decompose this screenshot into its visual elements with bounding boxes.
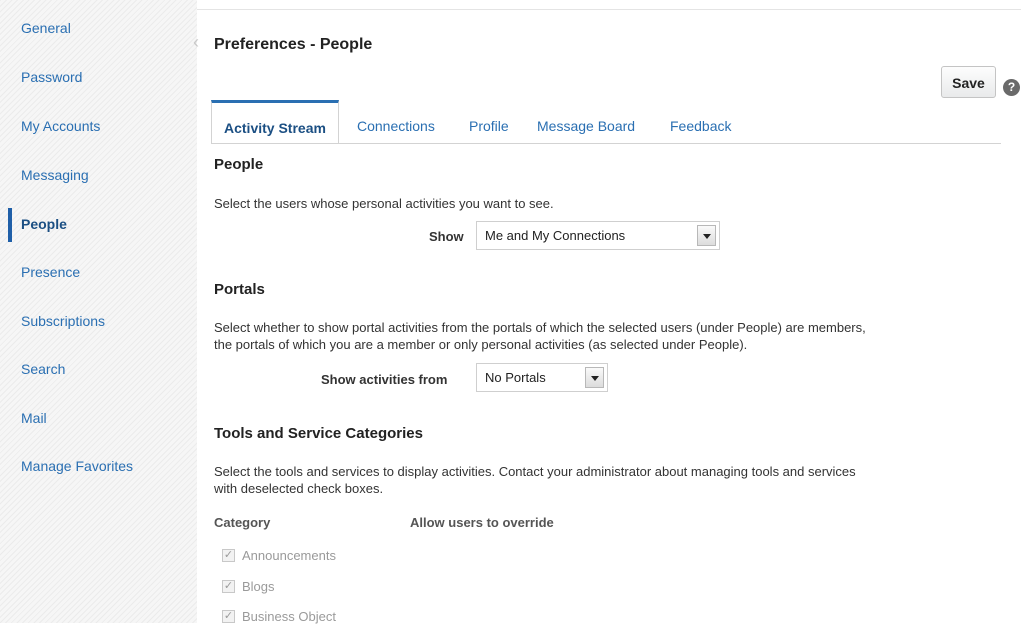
active-item-indicator <box>8 208 12 242</box>
sidebar-item-presence[interactable]: Presence <box>21 264 80 280</box>
portals-description-line2: the portals of which you are a member or… <box>214 337 748 352</box>
sidebar-item-my-accounts[interactable]: My Accounts <box>21 118 100 134</box>
preference-tabs: Activity Stream Connections Profile Mess… <box>211 100 1001 144</box>
show-activities-from-label: Show activities from <box>321 372 448 387</box>
tab-feedback[interactable]: Feedback <box>670 118 731 134</box>
sidebar-item-manage-favorites[interactable]: Manage Favorites <box>21 458 133 474</box>
sidebar-item-password[interactable]: Password <box>21 69 82 85</box>
tab-activity-stream[interactable]: Activity Stream <box>211 100 339 143</box>
triangle-down-icon[interactable] <box>697 225 716 246</box>
sidebar-item-search[interactable]: Search <box>21 361 65 377</box>
tools-heading: Tools and Service Categories <box>214 425 423 442</box>
chevron-left-icon[interactable]: ‹ <box>193 33 199 51</box>
sidebar-item-messaging[interactable]: Messaging <box>21 167 89 183</box>
tools-description-line2: with deselected check boxes. <box>214 481 384 496</box>
save-button[interactable]: Save <box>941 66 996 98</box>
checkmark-icon[interactable]: ✓ <box>222 580 235 594</box>
override-column-header: Allow users to override <box>410 515 554 530</box>
preferences-sidebar: General Password My Accounts Messaging P… <box>0 0 197 623</box>
sidebar-item-general[interactable]: General <box>21 20 71 36</box>
show-activities-from-select[interactable]: No Portals <box>476 363 608 392</box>
help-circle-icon[interactable]: ? <box>1003 79 1020 96</box>
tools-description-line1: Select the tools and services to display… <box>214 464 856 479</box>
people-description: Select the users whose personal activiti… <box>214 196 554 211</box>
portals-heading: Portals <box>214 281 265 298</box>
category-label: Announcements <box>242 548 336 563</box>
top-divider <box>197 9 1021 10</box>
sidebar-item-subscriptions[interactable]: Subscriptions <box>21 313 105 329</box>
category-label: Blogs <box>242 579 275 594</box>
show-activities-from-value: No Portals <box>485 370 546 385</box>
portals-description-line1: Select whether to show portal activities… <box>214 320 866 335</box>
sidebar-item-mail[interactable]: Mail <box>21 410 47 426</box>
checkmark-icon[interactable]: ✓ <box>222 610 235 624</box>
people-heading: People <box>214 156 264 173</box>
category-column-header: Category <box>214 515 271 530</box>
category-row-blogs: ✓ Blogs <box>222 579 275 594</box>
tab-connections[interactable]: Connections <box>357 118 435 134</box>
category-label: Business Object <box>242 609 336 624</box>
page-title: Preferences - People <box>214 36 373 53</box>
show-select[interactable]: Me and My Connections <box>476 221 720 250</box>
tab-profile[interactable]: Profile <box>469 118 509 134</box>
sidebar-item-people[interactable]: People <box>21 216 67 232</box>
triangle-down-icon[interactable] <box>585 367 604 388</box>
checkmark-icon[interactable]: ✓ <box>222 549 235 563</box>
show-select-value: Me and My Connections <box>485 228 626 243</box>
category-row-business-object: ✓ Business Object <box>222 609 336 624</box>
show-label: Show <box>429 229 464 244</box>
category-row-announcements: ✓ Announcements <box>222 548 336 563</box>
tab-message-board[interactable]: Message Board <box>537 118 635 134</box>
